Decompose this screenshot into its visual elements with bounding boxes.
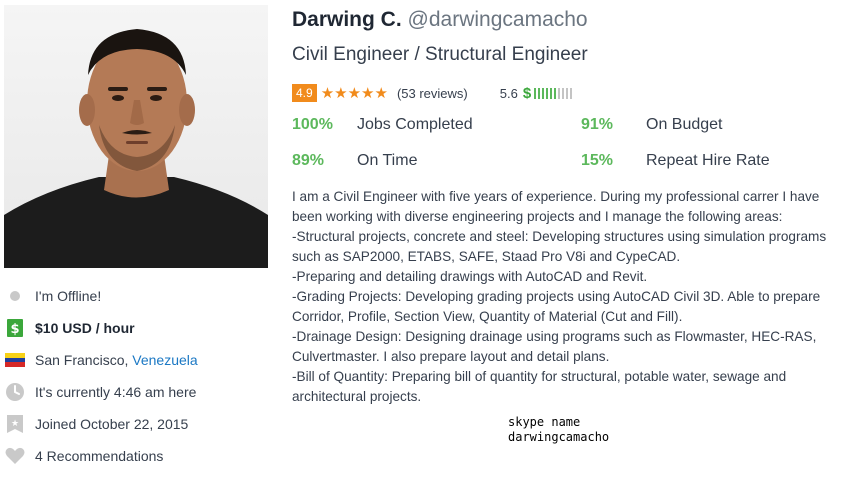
rating-row: 4.9 ★★★★★ (53 reviews) 5.6 $ — [292, 84, 573, 102]
earnings-bar — [566, 87, 569, 99]
skype-info: skype name darwingcamacho — [508, 415, 609, 445]
profile-description: I am a Civil Engineer with five years of… — [292, 189, 827, 404]
stat-percent: 91% — [581, 116, 614, 133]
skype-value: darwingcamacho — [508, 430, 610, 444]
hourly-rate-row: $ $10 USD / hour — [4, 312, 274, 344]
recommendations-row: 4 Recommendations — [4, 440, 274, 472]
location-row: San Francisco, Venezuela — [4, 344, 274, 376]
svg-text:$: $ — [10, 322, 19, 337]
star-icon: ★ — [361, 85, 375, 102]
profile-name: Darwing C. — [292, 8, 402, 31]
earnings-bar — [554, 87, 557, 99]
heart-icon — [5, 446, 25, 466]
country-link[interactable]: Venezuela — [132, 352, 197, 368]
earnings-bar — [570, 87, 573, 99]
offline-dot-icon — [5, 286, 25, 306]
city-text: San Francisco, — [35, 352, 129, 368]
stat-percent: 100% — [292, 116, 333, 133]
star-icon: ★ — [347, 85, 362, 102]
profile-info-list: I'm Offline! $ $10 USD / hour San Franci… — [4, 280, 274, 472]
recommendations-text: 4 Recommendations — [35, 448, 164, 464]
status-row: I'm Offline! — [4, 280, 274, 312]
svg-text:★: ★ — [11, 419, 19, 429]
rating-stars: ★★★★★ — [321, 84, 388, 102]
badge-icon: ★ — [5, 414, 25, 434]
rating-badge: 4.9 — [292, 84, 317, 102]
earnings-bar — [550, 87, 553, 99]
local-time-text: It's currently 4:46 am here — [35, 384, 197, 400]
status-text: I'm Offline! — [35, 288, 102, 304]
star-icon: ★ — [334, 85, 348, 102]
joined-row: ★ Joined October 22, 2015 — [4, 408, 274, 440]
local-time-row: It's currently 4:46 am here — [4, 376, 274, 408]
star-icon: ★ — [374, 85, 388, 102]
stat-label: On Time — [357, 152, 418, 169]
profile-headline: Civil Engineer / Structural Engineer — [292, 44, 588, 65]
stat-label: Repeat Hire Rate — [646, 152, 770, 169]
earnings-bar — [546, 87, 549, 99]
earnings-bars — [534, 87, 573, 99]
stat-percent: 89% — [292, 152, 325, 169]
earnings-bar — [538, 87, 541, 99]
earnings-score: 5.6 $ — [499, 84, 573, 102]
hourly-rate: $10 USD / hour — [35, 320, 135, 336]
joined-text: Joined October 22, 2015 — [35, 416, 189, 432]
reviews-link[interactable]: (53 reviews) — [397, 86, 468, 101]
venezuela-flag-icon — [5, 350, 25, 370]
earnings-bar — [542, 87, 545, 99]
stat-label: On Budget — [646, 116, 723, 133]
profile-handle: @darwingcamacho — [407, 8, 588, 31]
skype-label: skype name — [508, 415, 581, 429]
dollar-icon: $ — [5, 318, 25, 338]
stat-percent: 15% — [581, 152, 614, 169]
earnings-score-value: 5.6 — [499, 85, 518, 101]
profile-photo — [4, 5, 268, 268]
profile-header: Darwing C. @darwingcamacho — [292, 5, 588, 35]
clock-icon — [5, 382, 25, 402]
earnings-bar — [558, 87, 561, 99]
earnings-dollar-icon: $ — [522, 84, 532, 102]
earnings-bar — [534, 87, 537, 99]
star-icon: ★ — [320, 85, 335, 102]
earnings-bar — [562, 87, 565, 99]
stat-label: Jobs Completed — [357, 116, 473, 133]
